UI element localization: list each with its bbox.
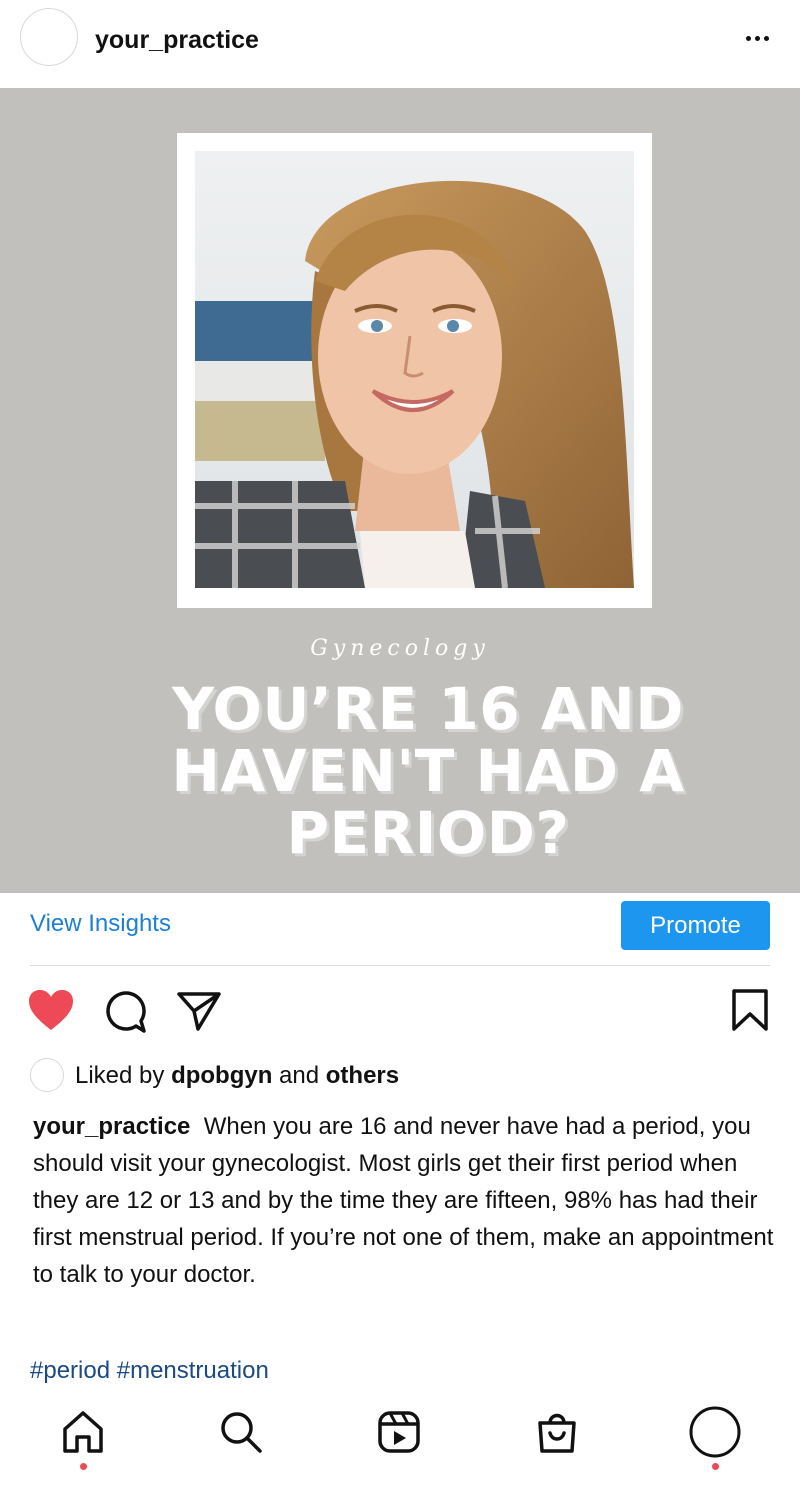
likes-middle: and [279,1062,320,1089]
comment-icon[interactable] [103,990,147,1034]
photo-frame [177,133,652,608]
liker-username[interactable]: dpobgyn [171,1062,272,1089]
search-icon[interactable] [214,1405,268,1459]
profile-icon[interactable] [688,1405,742,1459]
likes-summary[interactable]: Liked by dpobgyn and others [75,1062,399,1090]
view-insights-link[interactable]: View Insights [30,910,171,938]
shop-icon[interactable] [530,1405,584,1459]
likes-others-link[interactable]: others [326,1062,399,1089]
portrait-photo [195,151,634,588]
heart-icon[interactable] [27,988,75,1032]
post-caption: your_practice When you are 16 and never … [33,1108,778,1293]
post-image[interactable]: Gynecology YOU’RE 16 AND HAVEN'T HAD A P… [0,88,800,893]
liker-avatar[interactable] [30,1058,64,1092]
likes-prefix: Liked by [75,1062,165,1089]
profile-avatar[interactable] [20,8,78,66]
post-kicker-text: Gynecology [310,636,490,661]
divider [30,965,770,966]
post-header: your_practice [0,0,800,88]
share-icon[interactable] [176,990,222,1032]
caption-username[interactable]: your_practice [33,1113,190,1140]
home-notification-dot [80,1463,87,1470]
more-options-icon[interactable] [735,20,779,56]
caption-hashtags[interactable]: #period #menstruation [30,1357,269,1385]
post-username[interactable]: your_practice [95,26,259,55]
post-headline: YOU’RE 16 AND HAVEN'T HAD A PERIOD? [171,675,685,867]
bookmark-icon[interactable] [730,988,770,1032]
reels-icon[interactable] [372,1405,426,1459]
profile-notification-dot [712,1463,719,1470]
home-icon[interactable] [56,1405,110,1459]
promote-button[interactable]: Promote [621,901,770,950]
